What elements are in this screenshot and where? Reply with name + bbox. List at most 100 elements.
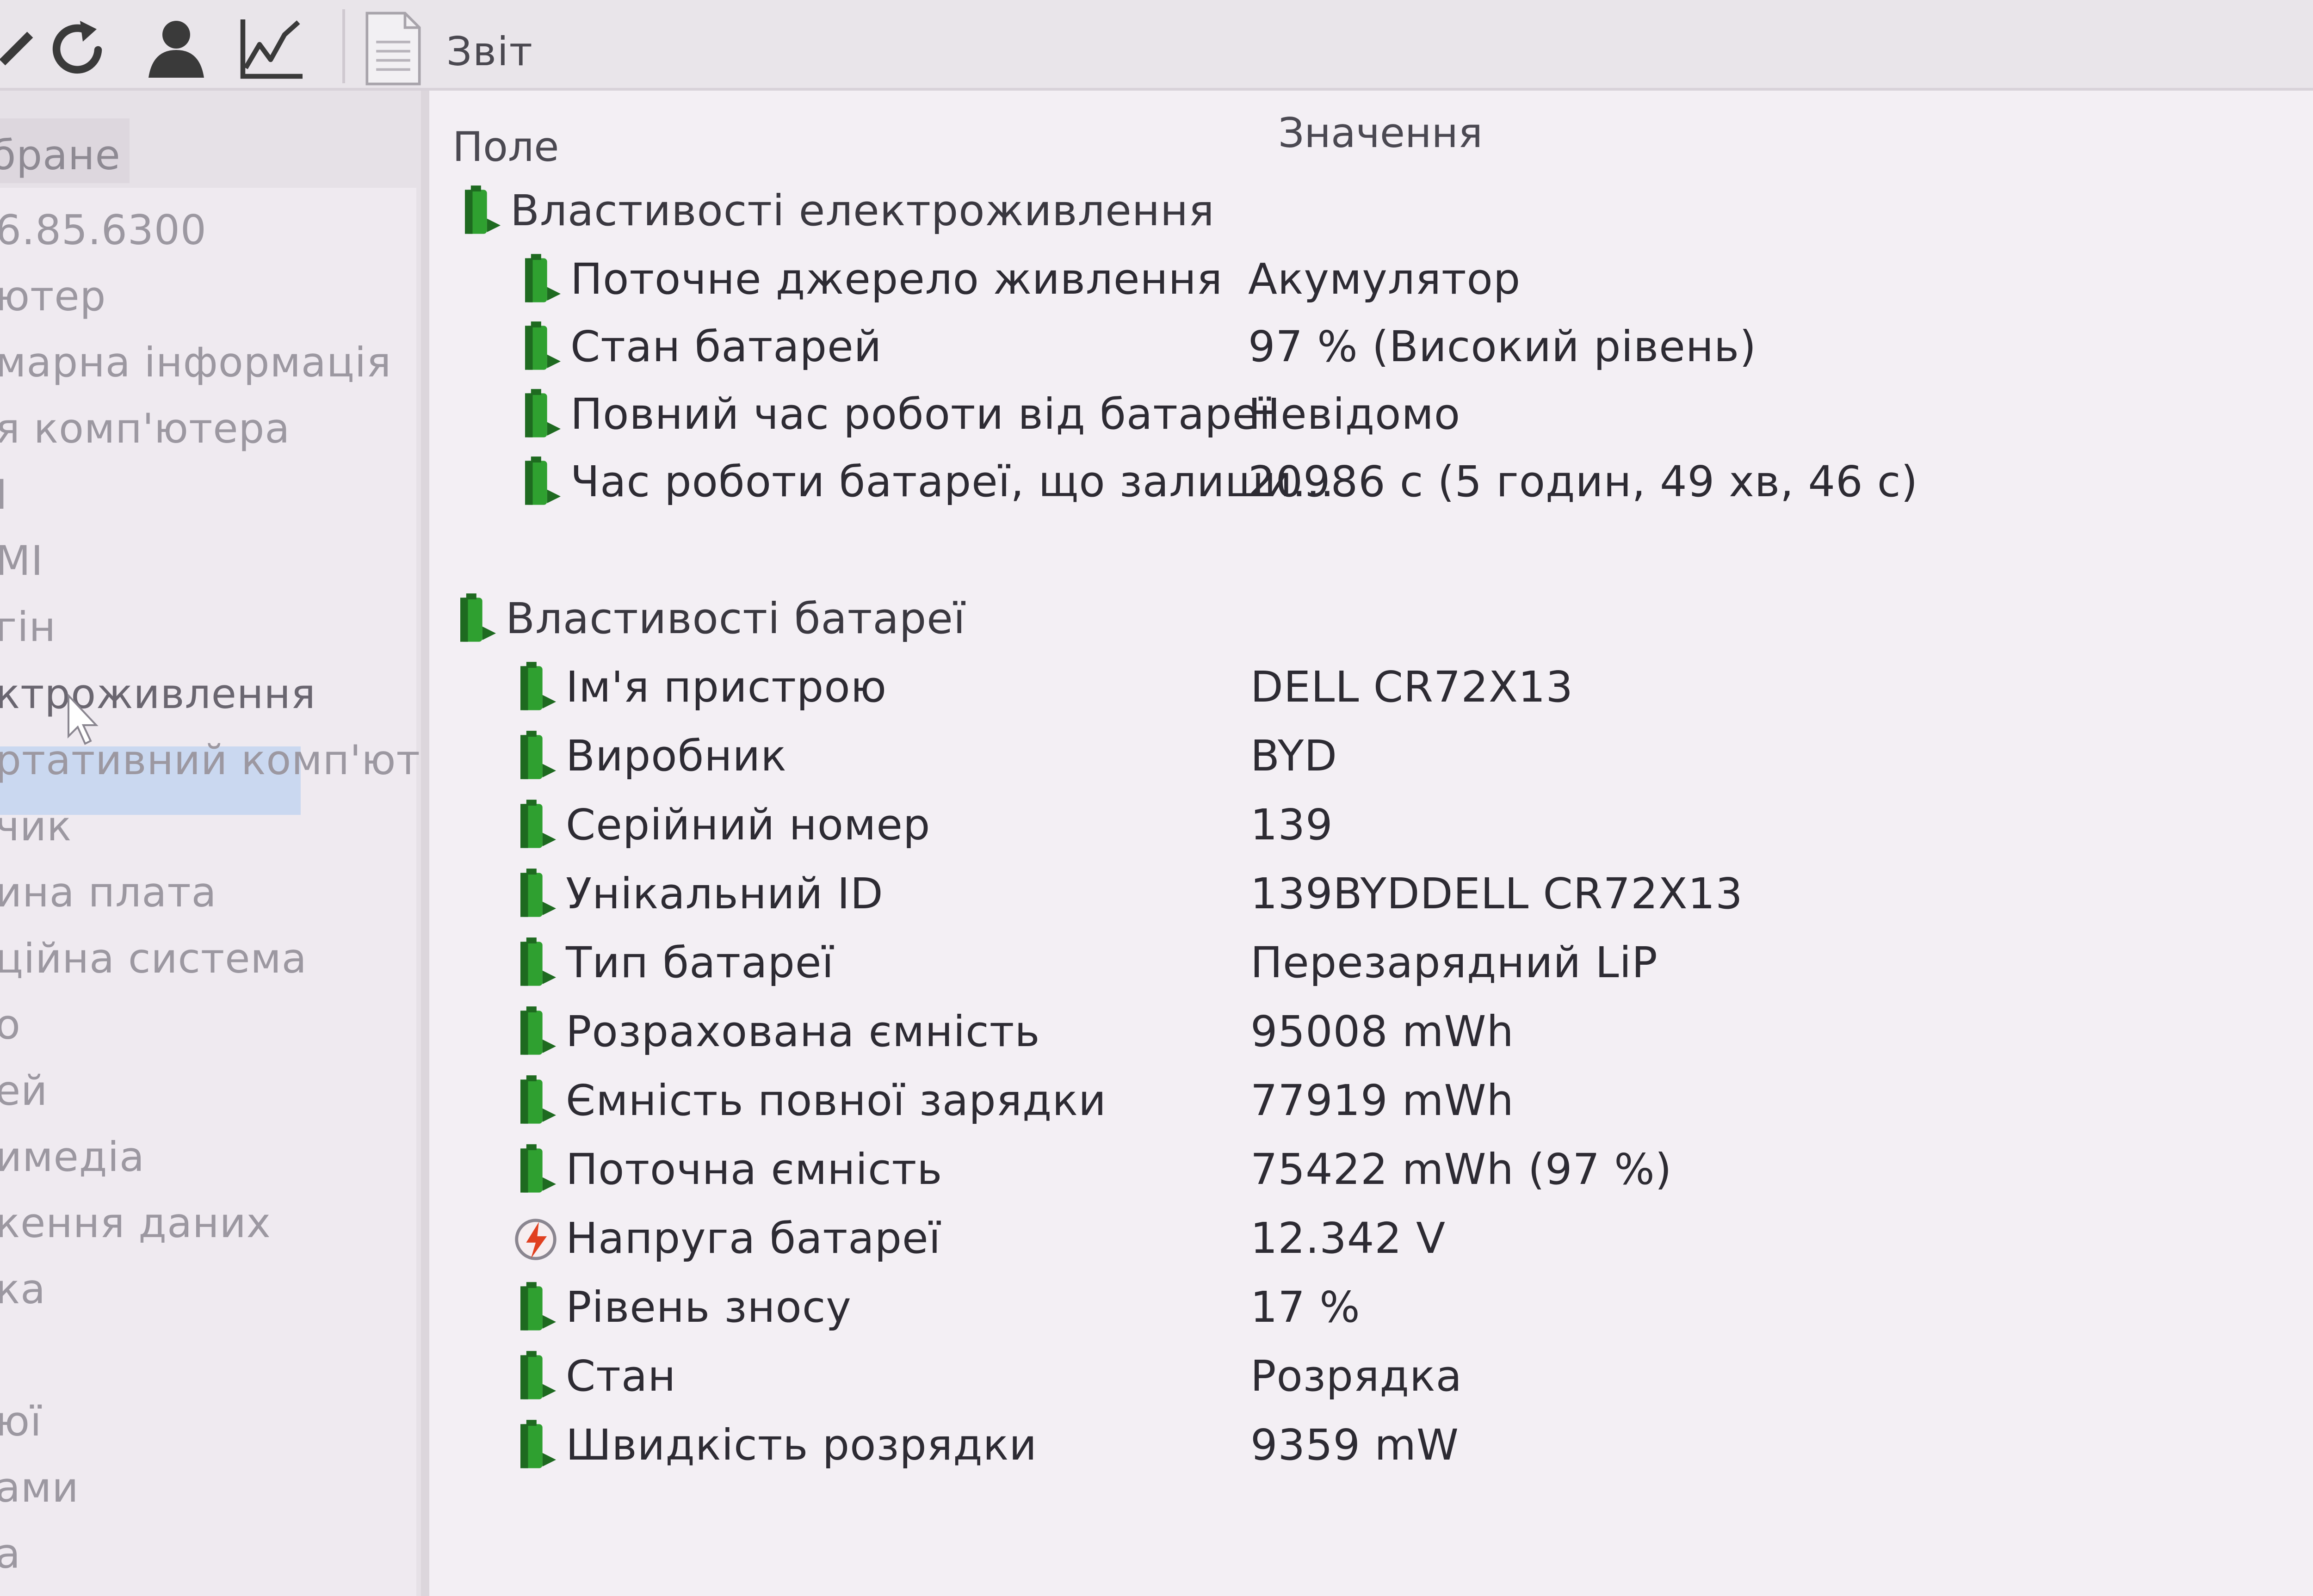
field-name: Тип батареї xyxy=(566,938,835,987)
field-name: Швидкість розрядки xyxy=(566,1420,1038,1470)
sidebar-item[interactable]: марна інформація xyxy=(0,339,391,386)
report-label[interactable]: Звіт xyxy=(446,29,533,75)
sidebar-header-label: бране xyxy=(0,131,121,179)
sidebar-item[interactable]: ка xyxy=(0,1265,46,1313)
sidebar-item[interactable]: а xyxy=(0,1530,21,1578)
chart-icon[interactable] xyxy=(236,14,305,83)
field-value: DELL CR72X13 xyxy=(1250,662,1574,712)
property-table: Поле Значення Властивості електроживленн… xyxy=(429,91,2313,1596)
field-name: Поточна ємність xyxy=(566,1145,943,1194)
column-header-field[interactable]: Поле xyxy=(452,123,559,171)
user-icon[interactable] xyxy=(139,14,208,83)
table-row[interactable]: Поточна ємність 75422 mWh (97 %) xyxy=(510,1137,2313,1202)
section-battery-properties[interactable]: Властивості батареї xyxy=(450,586,2301,651)
field-name: Стан xyxy=(566,1351,676,1401)
field-value: Перезарядний LiP xyxy=(1250,938,1658,987)
table-row[interactable]: Ім'я пристрою DELL CR72X13 xyxy=(510,655,2313,720)
sidebar-item[interactable]: ина плата xyxy=(0,869,217,916)
battery-icon xyxy=(520,662,556,710)
field-name: Поточне джерело живлення xyxy=(570,254,1223,304)
field-value: 139BYDDELL CR72X13 xyxy=(1250,869,1743,918)
table-row[interactable]: Ємність повної зарядки 77919 mWh xyxy=(510,1068,2313,1133)
report-icon[interactable] xyxy=(359,9,428,88)
section-title: Властивості електроживлення xyxy=(510,186,1215,235)
table-row[interactable]: Тип батареї Перезарядний LiP xyxy=(510,930,2313,995)
sidebar-item[interactable]: я комп'ютера xyxy=(0,405,290,452)
field-name: Розрахована ємність xyxy=(566,1007,1040,1056)
battery-icon xyxy=(460,593,496,642)
section-power-properties[interactable]: Властивості електроживлення xyxy=(455,179,2305,243)
table-row[interactable]: Унікальний ID 139BYDDELL CR72X13 xyxy=(510,862,2313,926)
field-value: 75422 mWh (97 %) xyxy=(1250,1145,1672,1194)
table-row[interactable]: Повний час роботи від батареї Невідомо xyxy=(515,382,2313,447)
field-value: 77919 mWh xyxy=(1250,1076,1514,1125)
sidebar-item-power[interactable]: ктроживлення xyxy=(0,670,316,718)
sidebar-header[interactable]: бране xyxy=(0,118,130,183)
field-value: Акумулятор xyxy=(1248,254,1521,304)
battery-icon xyxy=(525,321,561,370)
column-header-value[interactable]: Значення xyxy=(1278,109,1483,157)
field-name: Повний час роботи від батареї xyxy=(570,389,1271,439)
field-value: 139 xyxy=(1250,800,1333,850)
table-row[interactable]: Рівень зносу 17 % xyxy=(510,1275,2313,1340)
field-name: Час роботи батареї, що залиши... xyxy=(570,457,1335,506)
field-value: Розрядка xyxy=(1250,1351,1462,1401)
refresh-icon[interactable] xyxy=(44,14,113,83)
voltage-icon xyxy=(515,1219,557,1260)
sidebar-item[interactable]: ютер xyxy=(0,272,106,320)
battery-icon xyxy=(520,800,556,848)
sidebar-item[interactable]: ами xyxy=(0,1464,79,1511)
table-row[interactable]: Серійний номер 139 xyxy=(510,793,2313,857)
field-name: Напруга батареї xyxy=(566,1214,941,1263)
back-arrow-icon[interactable] xyxy=(0,14,51,83)
splitter[interactable] xyxy=(421,91,429,1596)
sidebar-item[interactable]: юї xyxy=(0,1398,42,1445)
table-row[interactable]: Напруга батареї 12.342 V xyxy=(510,1206,2313,1271)
field-name: Виробник xyxy=(566,731,787,781)
toolbar-separator xyxy=(342,9,345,83)
field-value: 12.342 V xyxy=(1250,1214,1446,1263)
sidebar-item[interactable]: имедіа xyxy=(0,1133,145,1181)
table-row[interactable]: Час роботи батареї, що залиши... 20986 с… xyxy=(515,450,2313,514)
battery-icon xyxy=(520,869,556,917)
table-row[interactable]: Виробник BYD xyxy=(510,724,2313,789)
battery-icon xyxy=(520,1282,556,1331)
field-name: Рівень зносу xyxy=(566,1282,852,1332)
field-value: BYD xyxy=(1250,731,1338,781)
sidebar-item[interactable]: ей xyxy=(0,1067,48,1115)
sidebar-item[interactable]: кення даних xyxy=(0,1199,271,1247)
toolbar: Звіт xyxy=(0,0,2313,91)
field-value: 17 % xyxy=(1250,1282,1361,1332)
battery-icon xyxy=(520,1144,556,1193)
battery-icon xyxy=(520,1420,556,1468)
field-name: Ємність повної зарядки xyxy=(566,1076,1107,1125)
battery-icon xyxy=(520,1351,556,1399)
sidebar-item[interactable]: чик xyxy=(0,802,72,850)
table-row[interactable]: Швидкість розрядки 9359 mW xyxy=(510,1413,2313,1478)
sidebar-item[interactable]: о xyxy=(0,1001,21,1048)
sidebar-item[interactable]: гін xyxy=(0,603,56,651)
field-name: Серійний номер xyxy=(566,800,931,850)
battery-icon xyxy=(525,254,561,302)
battery-icon xyxy=(520,1075,556,1124)
field-name: Стан батарей xyxy=(570,322,882,371)
sidebar: бране 6.85.6300 ютер марна інформація я … xyxy=(0,91,445,1596)
sidebar-item[interactable]: MI xyxy=(0,537,43,585)
field-value: 95008 mWh xyxy=(1250,1007,1514,1056)
battery-icon xyxy=(465,185,501,234)
battery-icon xyxy=(520,1006,556,1055)
battery-icon xyxy=(520,731,556,779)
table-row[interactable]: Стан Розрядка xyxy=(510,1344,2313,1409)
field-value: 9359 mW xyxy=(1250,1420,1459,1470)
sidebar-item[interactable]: 6.85.6300 xyxy=(0,206,207,254)
mouse-cursor-icon xyxy=(68,693,99,745)
sidebar-item[interactable]: ційна система xyxy=(0,935,307,982)
field-name: Ім'я пристрою xyxy=(566,662,887,712)
field-name: Унікальний ID xyxy=(566,869,884,918)
field-value: Невідомо xyxy=(1248,389,1461,439)
sidebar-item[interactable]: I xyxy=(0,471,8,518)
field-value: 20986 с (5 годин, 49 хв, 46 с) xyxy=(1248,457,1918,506)
table-row[interactable]: Стан батарей 97 % (Високий рівень) xyxy=(515,314,2313,379)
table-row[interactable]: Розрахована ємність 95008 mWh xyxy=(510,999,2313,1064)
table-row[interactable]: Поточне джерело живлення Акумулятор xyxy=(515,247,2313,312)
